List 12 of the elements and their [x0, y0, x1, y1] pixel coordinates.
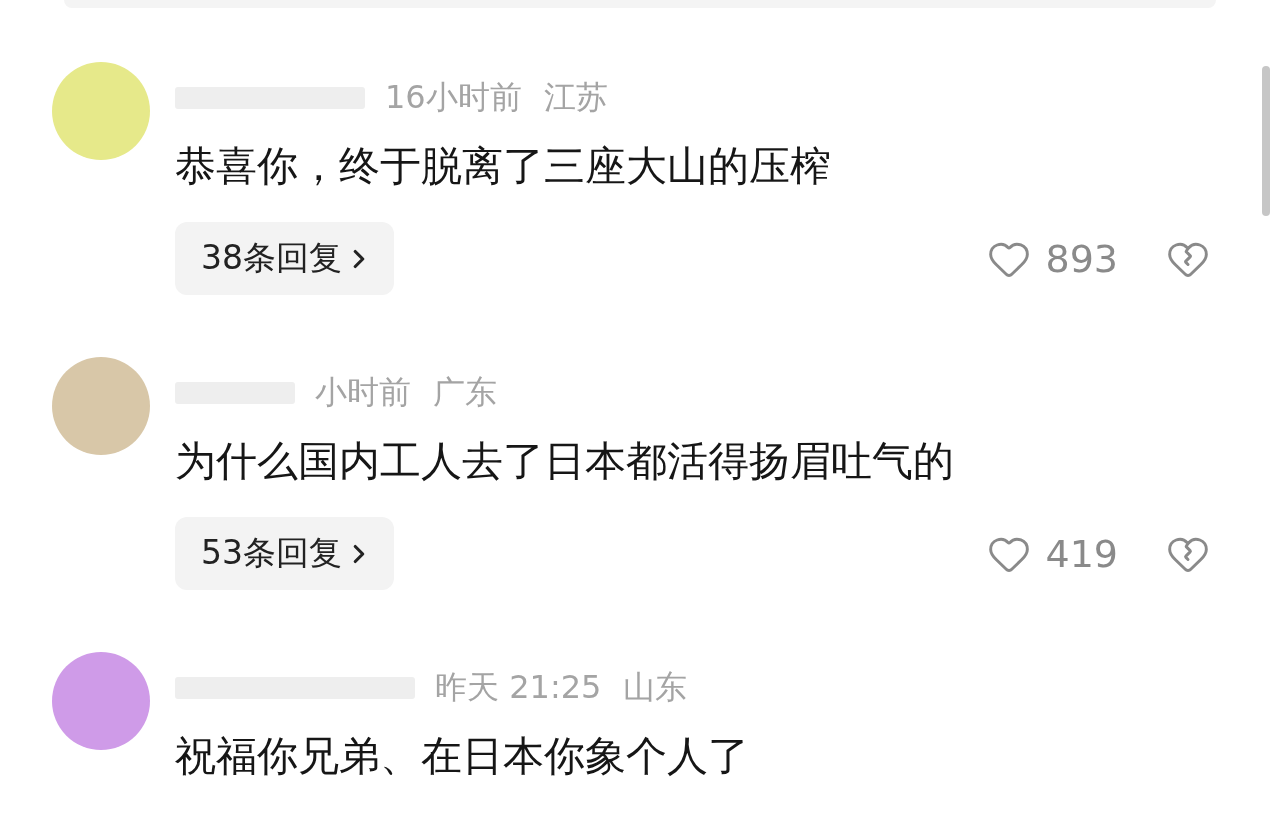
comment-text: 祝福你兄弟、在日本你象个人了: [175, 731, 750, 782]
comment-text: 为什么国内工人去了日本都活得扬眉吐气的: [175, 436, 955, 487]
comment-time: 16小时前: [385, 77, 522, 118]
comment-location: 江苏: [543, 77, 608, 118]
replies-button[interactable]: 38条回复: [175, 222, 394, 295]
scrollbar[interactable]: [1262, 66, 1270, 216]
comment-time: 小时前: [315, 372, 411, 413]
comment-text: 恭喜你，终于脱离了三座大山的压榨: [175, 141, 832, 192]
comment-location: 广东: [433, 372, 497, 413]
replies-button[interactable]: 53条回复: [175, 517, 394, 590]
comment-time: 昨天 21:25: [435, 667, 602, 708]
comment-location: 山东: [623, 667, 688, 708]
